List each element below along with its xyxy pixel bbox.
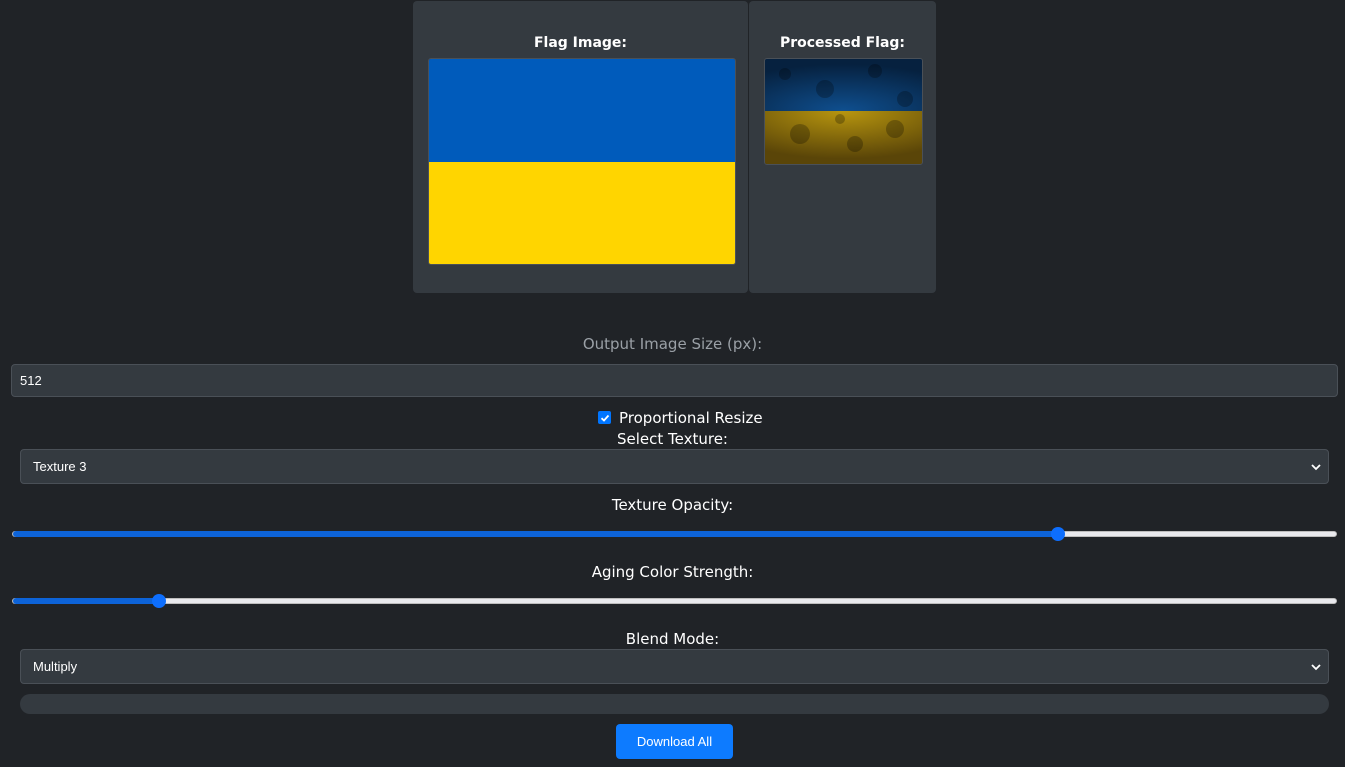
processed-flag-title: Processed Flag: <box>779 35 906 51</box>
chevron-down-icon <box>1311 663 1321 670</box>
size-label: Output Image Size (px): <box>582 335 763 353</box>
aging-label: Aging Color Strength: <box>591 563 754 581</box>
flag-top-stripe <box>429 59 735 162</box>
opacity-slider[interactable] <box>12 527 1337 541</box>
aging-slider-thumb[interactable] <box>151 594 166 608</box>
original-flag-card: Flag Image: <box>413 1 748 293</box>
chevron-down-icon <box>1311 463 1321 470</box>
opacity-slider-fill <box>13 531 1059 537</box>
download-all-button[interactable]: Download All <box>616 724 733 759</box>
texture-label: Select Texture: <box>616 430 728 448</box>
opacity-label: Texture Opacity: <box>611 496 734 514</box>
blend-label: Blend Mode: <box>625 630 720 648</box>
proportional-label[interactable]: Proportional Resize <box>619 409 763 427</box>
aging-slider[interactable] <box>12 594 1337 608</box>
original-flag-image <box>428 58 736 265</box>
flag-bottom-stripe <box>429 161 735 264</box>
processed-flag-image <box>764 58 923 165</box>
proportional-checkbox[interactable] <box>598 411 611 424</box>
size-input-wrapper <box>11 364 1338 397</box>
texture-select-value: Texture 3 <box>33 459 87 474</box>
opacity-slider-thumb[interactable] <box>1051 527 1066 541</box>
blend-select[interactable]: Multiply <box>20 649 1329 684</box>
checkmark-icon <box>600 414 609 422</box>
progress-bar <box>20 694 1329 714</box>
processed-flag-texture <box>765 59 922 164</box>
aging-slider-fill <box>13 598 159 604</box>
processed-flag-card: Processed Flag: <box>749 1 936 293</box>
texture-select[interactable]: Texture 3 <box>20 449 1329 484</box>
blend-select-value: Multiply <box>33 659 78 674</box>
size-input[interactable] <box>12 365 1337 396</box>
original-flag-title: Flag Image: <box>533 35 628 51</box>
